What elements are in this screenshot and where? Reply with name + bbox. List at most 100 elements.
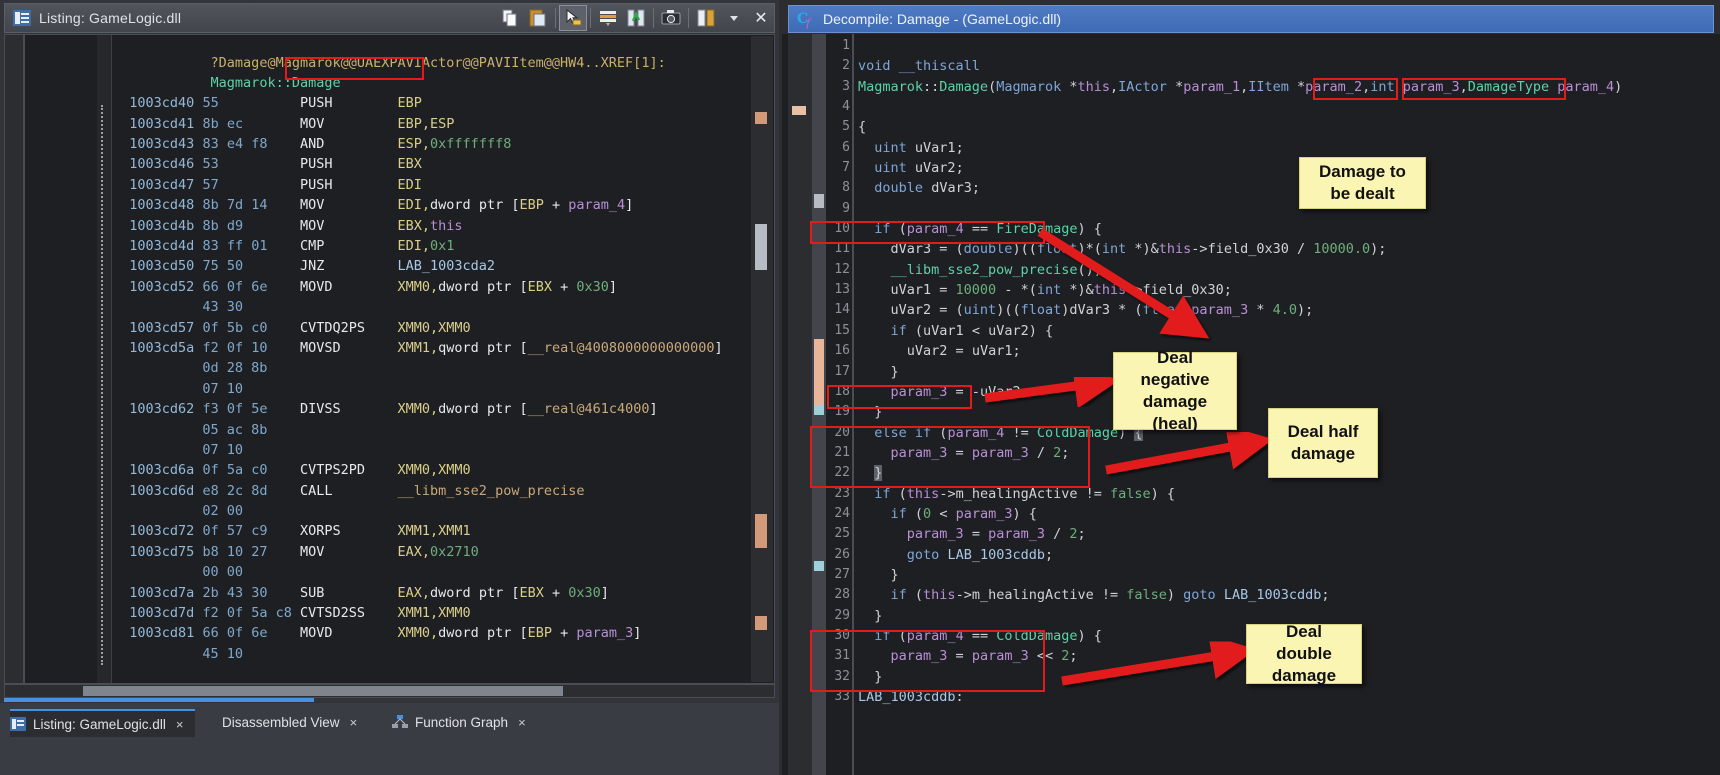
line-number: 2 <box>842 58 850 74</box>
note-damage-dealt: Damage to be dealt <box>1299 157 1426 209</box>
instruction-row[interactable]: 07 10 <box>113 379 748 399</box>
instruction-row[interactable]: 1003cd62 f3 0f 5e DIVSS XMM0,dword ptr [… <box>113 399 748 419</box>
decompiler-line[interactable]: 2 void __thiscall <box>782 56 1720 76</box>
line-number: 23 <box>834 485 850 501</box>
instruction-row[interactable]: 1003cd4b 8b d9 MOV EBX,this <box>113 216 748 236</box>
instruction-row[interactable]: 1003cd50 75 50 JNZ LAB_1003cda2 <box>113 256 748 276</box>
close-icon[interactable]: ✕ <box>748 5 774 31</box>
line-content: } <box>874 465 883 482</box>
decompiler-line[interactable]: 4 <box>782 97 1720 117</box>
instruction-row[interactable]: 45 10 <box>113 644 748 664</box>
decompiler-line[interactable]: 19 } <box>782 402 1720 422</box>
close-icon[interactable]: × <box>176 717 184 732</box>
line-content: if (0 < param_3) { <box>890 505 1037 522</box>
instruction-row[interactable]: 1003cd46 53 PUSH EBX <box>113 154 748 174</box>
decompiler-line[interactable]: 5{ <box>782 117 1720 137</box>
line-content: param_3 = param_3 / 2; <box>906 526 1086 543</box>
tab-disassembled-view[interactable]: Disassembled View × <box>222 709 362 735</box>
instruction-row[interactable]: 02 00 <box>113 501 748 521</box>
decompiler-line[interactable]: 13 uVar1 = 10000 - *(int *)&this->field_… <box>782 280 1720 300</box>
toggle-fields-icon[interactable] <box>594 5 622 31</box>
decompiler-line[interactable]: 15 if (uVar1 < uVar2) { <box>782 321 1720 341</box>
decompiler-line[interactable]: 21 param_3 = param_3 / 2; <box>782 443 1720 463</box>
instruction-row[interactable]: 1003cd75 b8 10 27 MOV EAX,0x2710 <box>113 542 748 562</box>
decompiler-line[interactable]: 3 Magmarok::Damage(Magmarok *this,IActor … <box>782 77 1720 97</box>
listing-horizontal-scrollbar[interactable] <box>4 684 775 698</box>
toolbar-separator-2 <box>590 8 591 28</box>
decompiler-line[interactable]: 10 if (param_4 == FireDamage) { <box>782 219 1720 239</box>
tab-label: Disassembled View <box>222 714 340 730</box>
decompiler-line[interactable]: 25 param_3 = param_3 / 2; <box>782 524 1720 544</box>
hscroll-thumb[interactable] <box>83 686 563 696</box>
decompiler-line[interactable]: 9 <box>782 199 1720 219</box>
instruction-row[interactable]: 1003cd5a f2 0f 10 MOVSD XMM1,qword ptr [… <box>113 338 748 358</box>
instruction-row[interactable]: 1003cd7a 2b 43 30 SUB EAX,dword ptr [EBX… <box>113 583 748 603</box>
scroll-thumb[interactable] <box>755 224 767 270</box>
decompiler-line[interactable]: 28 if (this->m_healingActive != false) g… <box>782 585 1720 605</box>
instruction-row[interactable]: 1003cd41 8b ec MOV EBP,ESP <box>113 114 748 134</box>
instruction-row[interactable]: 1003cd4d 83 ff 01 CMP EDI,0x1 <box>113 236 748 256</box>
tab-label: Listing: GameLogic.dll <box>33 716 166 732</box>
listing-code-area[interactable]: ?Damage@Magmarok@@UAEXPAVIActor@@PAVIIte… <box>4 34 775 684</box>
line-content: uVar2 = uVar1; <box>906 343 1021 360</box>
decompiler-line[interactable]: 22 } <box>782 463 1720 483</box>
instruction-row[interactable]: 1003cd52 66 0f 6e MOVD XMM0,dword ptr [E… <box>113 277 748 297</box>
line-number: 31 <box>834 648 850 664</box>
decompiler-title-bar: C f Decompile: Damage - (GameLogic.dll) <box>788 5 1714 33</box>
toolbar-separator-4 <box>688 8 689 28</box>
tab-function-graph[interactable]: Function Graph × <box>392 709 552 735</box>
instruction-row[interactable]: 1003cd6a 0f 5a c0 CVTPS2PD XMM0,XMM0 <box>113 460 748 480</box>
line-number: 20 <box>834 424 850 440</box>
decompiler-line[interactable]: 23 if (this->m_healingActive != false) { <box>782 484 1720 504</box>
decompiler-line[interactable]: 20 else if (param_4 != ColdDamage) { <box>782 423 1720 443</box>
line-number: 3 <box>842 78 850 94</box>
instruction-row[interactable]: 1003cd40 55 PUSH EBP <box>113 93 748 113</box>
chevron-down-icon[interactable] <box>720 5 748 31</box>
line-content: double dVar3; <box>874 180 980 197</box>
instruction-row[interactable]: 00 00 <box>113 562 748 582</box>
decompiler-line[interactable]: 27 } <box>782 565 1720 585</box>
decompiler-line[interactable]: 11 dVar3 = (double)((float)*(int *)&this… <box>782 239 1720 259</box>
instruction-row[interactable]: 1003cd48 8b 7d 14 MOV EDI,dword ptr [EBP… <box>113 195 748 215</box>
decompiler-line[interactable]: 1 <box>782 36 1720 56</box>
listing-vertical-scrollbar[interactable] <box>751 36 773 682</box>
instruction-row[interactable]: 05 ac 8b <box>113 420 748 440</box>
close-icon[interactable]: × <box>350 715 358 730</box>
decompiler-line[interactable]: 6 uint uVar1; <box>782 138 1720 158</box>
listing-toolbar: ✕ <box>496 4 774 32</box>
instruction-row[interactable]: 1003cd6d e8 2c 8d CALL __libm_sse2_pow_p… <box>113 481 748 501</box>
tab-label: Function Graph <box>415 714 509 730</box>
decompiler-line[interactable]: 29 } <box>782 606 1720 626</box>
copy-icon[interactable] <box>496 5 524 31</box>
decompiler-line[interactable]: 12 __libm_sse2_pow_precise(); <box>782 260 1720 280</box>
decompiler-line[interactable]: 33 LAB_1003cddb: <box>782 687 1720 707</box>
instruction-row[interactable]: 1003cd43 83 e4 f8 AND ESP,0xfffffff8 <box>113 134 748 154</box>
close-icon[interactable]: × <box>518 715 526 730</box>
decompiler-line[interactable]: 17 } <box>782 362 1720 382</box>
paste-icon[interactable] <box>524 5 552 31</box>
decompiler-line[interactable]: 16 uVar2 = uVar1; <box>782 341 1720 361</box>
note-negative-damage: Deal negative damage (heal) <box>1113 348 1237 433</box>
decompiler-line[interactable]: 8 double dVar3; <box>782 178 1720 198</box>
snapshot-icon[interactable] <box>657 5 685 31</box>
decompiler-line[interactable]: 14 uVar2 = (uint)((float)dVar3 * (float)… <box>782 300 1720 320</box>
instruction-row[interactable]: 43 30 <box>113 297 748 317</box>
browser-fields-icon[interactable] <box>692 5 720 31</box>
instruction-row[interactable]: 1003cd72 0f 57 c9 XORPS XMM1,XMM1 <box>113 521 748 541</box>
instruction-row[interactable]: 1003cd47 57 PUSH EDI <box>113 175 748 195</box>
instruction-row[interactable]: 07 10 <box>113 440 748 460</box>
tab-listing[interactable]: Listing: GameLogic.dll × <box>10 709 195 737</box>
decompiler-line[interactable]: 7 uint uVar2; <box>782 158 1720 178</box>
instruction-row[interactable]: 1003cd57 0f 5b c0 CVTDQ2PS XMM0,XMM0 <box>113 318 748 338</box>
listing-gutter-divider <box>23 35 25 683</box>
diff-view-icon[interactable] <box>622 5 650 31</box>
decompiler-line[interactable]: 18 param_3 = -uVar2; <box>782 382 1720 402</box>
instruction-row[interactable]: 1003cd81 66 0f 6e MOVD XMM0,dword ptr [E… <box>113 623 748 643</box>
cursor-select-icon[interactable] <box>559 5 587 31</box>
decompiler-line[interactable]: 26 goto LAB_1003cddb; <box>782 545 1720 565</box>
instruction-row[interactable]: 0d 28 8b <box>113 358 748 378</box>
line-number: 27 <box>834 566 850 582</box>
instruction-row[interactable]: 1003cd7d f2 0f 5a c8 CVTSD2SS XMM1,XMM0 <box>113 603 748 623</box>
decompiler-line[interactable]: 24 if (0 < param_3) { <box>782 504 1720 524</box>
line-content: goto LAB_1003cddb; <box>906 546 1054 563</box>
